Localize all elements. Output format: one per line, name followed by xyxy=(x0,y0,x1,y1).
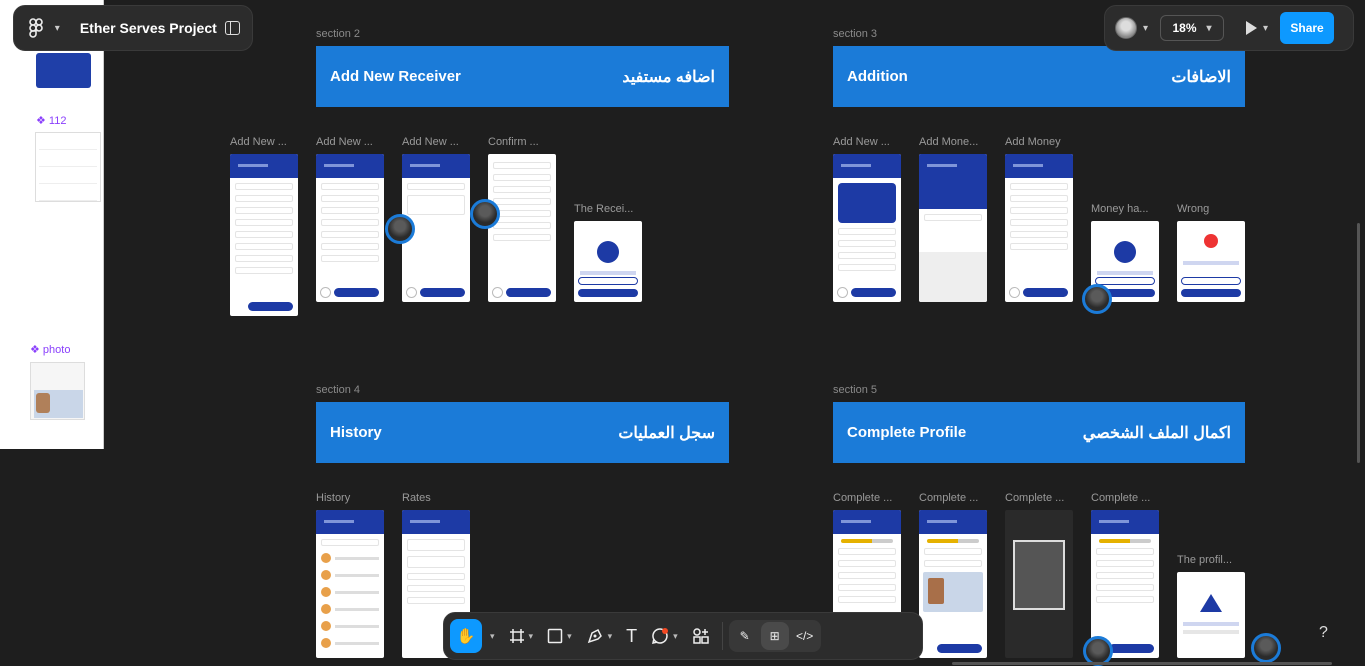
chevron-down-icon[interactable]: ▾ xyxy=(529,631,534,642)
collaborator-avatar[interactable] xyxy=(385,214,415,244)
frame-thumbnail[interactable] xyxy=(316,154,384,302)
mode-switcher: ✎ ⊞ </> xyxy=(728,620,821,652)
frame-thumbnail[interactable] xyxy=(316,510,384,658)
banner-title-en: History xyxy=(330,424,382,441)
figma-logo-icon[interactable] xyxy=(26,17,47,39)
mini-list-preview xyxy=(35,132,101,202)
frame-label[interactable]: Add New ... xyxy=(833,136,890,148)
section-label[interactable]: section 2 xyxy=(316,28,360,40)
frame-thumbnail[interactable] xyxy=(1005,510,1073,658)
component-label-photo[interactable]: ❖ photo xyxy=(30,343,70,356)
section-banner[interactable]: History سجل العمليات xyxy=(316,402,729,463)
toggle-sidebar-icon[interactable] xyxy=(224,21,240,35)
frame-label[interactable]: Complete ... xyxy=(919,492,978,504)
frame-label[interactable]: Wrong xyxy=(1177,203,1209,215)
banner-title-ar: اكمال الملف الشخصي xyxy=(1082,424,1231,442)
horizontal-scrollbar[interactable] xyxy=(952,662,1332,665)
frame-thumbnail[interactable] xyxy=(1177,572,1245,658)
frame-label[interactable]: The Recei... xyxy=(574,203,633,215)
frame-thumbnail[interactable] xyxy=(230,154,298,316)
bottom-toolbar: ✋ ▾ ▾ ▾ ▾ T ▾ ✎ ⊞ </> xyxy=(443,612,923,660)
project-title[interactable]: Ether Serves Project xyxy=(80,20,217,36)
vertical-scrollbar[interactable] xyxy=(1357,223,1360,463)
chevron-down-icon[interactable]: ▾ xyxy=(1263,23,1268,34)
zoom-dropdown[interactable]: 18% ▾ xyxy=(1160,15,1225,41)
collaborator-avatar[interactable] xyxy=(1251,633,1281,663)
frame-label[interactable]: The profil... xyxy=(1177,554,1232,566)
section-banner[interactable]: Complete Profile اكمال الملف الشخصي xyxy=(833,402,1245,463)
chevron-down-icon[interactable]: ▾ xyxy=(55,23,60,34)
chevron-down-icon[interactable]: ▾ xyxy=(608,631,613,642)
chevron-down-icon[interactable]: ▾ xyxy=(1143,23,1148,34)
dev-mode-icon[interactable]: </> xyxy=(791,622,819,650)
frame-label[interactable]: Add Money xyxy=(1005,136,1061,148)
component-label-112[interactable]: ❖ 112 xyxy=(36,114,66,127)
section-label[interactable]: section 4 xyxy=(316,384,360,396)
frame-label[interactable]: Add New ... xyxy=(402,136,459,148)
mini-photo-preview xyxy=(30,362,85,420)
section-banner[interactable]: Add New Receiver اضافه مستفيد xyxy=(316,46,729,107)
frame-thumbnail[interactable] xyxy=(488,154,556,302)
help-button[interactable]: ? xyxy=(1319,624,1328,642)
frame-label[interactable]: Complete ... xyxy=(1005,492,1064,504)
frame-label[interactable]: Confirm ... xyxy=(488,136,539,148)
pen-tool-icon[interactable]: ▾ xyxy=(580,619,619,653)
zoom-value: 18% xyxy=(1172,21,1197,35)
collaborator-avatar[interactable] xyxy=(1082,284,1112,314)
banner-title-ar: الاضافات xyxy=(1171,68,1231,86)
present-play-icon[interactable] xyxy=(1246,21,1258,35)
frame-label[interactable]: Add New ... xyxy=(316,136,373,148)
draw-mode-icon[interactable]: ✎ xyxy=(731,622,759,650)
chevron-down-icon[interactable]: ▾ xyxy=(567,631,572,642)
section-label[interactable]: section 3 xyxy=(833,28,877,40)
user-avatar[interactable] xyxy=(1115,17,1137,39)
project-bar: ▾ Ether Serves Project xyxy=(13,5,253,51)
hand-tool-icon[interactable]: ✋ xyxy=(450,619,482,653)
frame-label[interactable]: Add New ... xyxy=(230,136,287,148)
frame-label[interactable]: Rates xyxy=(402,492,431,504)
banner-title-ar: سجل العمليات xyxy=(618,424,715,442)
share-button[interactable]: Share xyxy=(1280,12,1335,44)
frame-thumbnail[interactable] xyxy=(1177,221,1245,302)
frame-tool-icon[interactable]: ▾ xyxy=(503,619,540,653)
collaborator-avatar[interactable] xyxy=(470,199,500,229)
banner-title-ar: اضافه مستفيد xyxy=(622,68,715,86)
frame-thumbnail[interactable] xyxy=(919,510,987,658)
actions-tool-icon[interactable] xyxy=(686,619,716,653)
frame-thumbnail[interactable] xyxy=(574,221,642,302)
frame-thumbnail[interactable] xyxy=(919,154,987,302)
text-tool-icon[interactable]: T xyxy=(620,619,643,653)
chevron-down-icon: ▾ xyxy=(1206,22,1212,34)
section-label[interactable]: section 5 xyxy=(833,384,877,396)
banner-title-en: Complete Profile xyxy=(847,424,967,441)
frame-label[interactable]: Money ha... xyxy=(1091,203,1148,215)
toolbar-divider xyxy=(721,622,723,650)
frame-thumbnail[interactable] xyxy=(1005,154,1073,302)
frame-thumbnail[interactable] xyxy=(833,154,901,302)
comment-tool-icon[interactable]: ▾ xyxy=(645,619,684,653)
section-banner[interactable]: Addition الاضافات xyxy=(833,46,1245,107)
top-right-toolbar: ▾ 18% ▾ ▾ Share xyxy=(1104,5,1354,51)
banner-title-en: Add New Receiver xyxy=(330,68,461,85)
frame-label[interactable]: Complete ... xyxy=(833,492,892,504)
banner-title-en: Addition xyxy=(847,68,908,85)
chevron-down-icon[interactable]: ▾ xyxy=(484,619,501,653)
mini-card-preview xyxy=(36,53,91,88)
frame-label[interactable]: Complete ... xyxy=(1091,492,1150,504)
frame-label[interactable]: History xyxy=(316,492,350,504)
frame-label[interactable]: Add Mone... xyxy=(919,136,978,148)
design-mode-icon[interactable]: ⊞ xyxy=(760,622,789,650)
rectangle-tool-icon[interactable]: ▾ xyxy=(541,619,578,653)
left-page-panel: ❖ 112 ❖ photo xyxy=(0,0,104,449)
chevron-down-icon[interactable]: ▾ xyxy=(673,631,678,642)
